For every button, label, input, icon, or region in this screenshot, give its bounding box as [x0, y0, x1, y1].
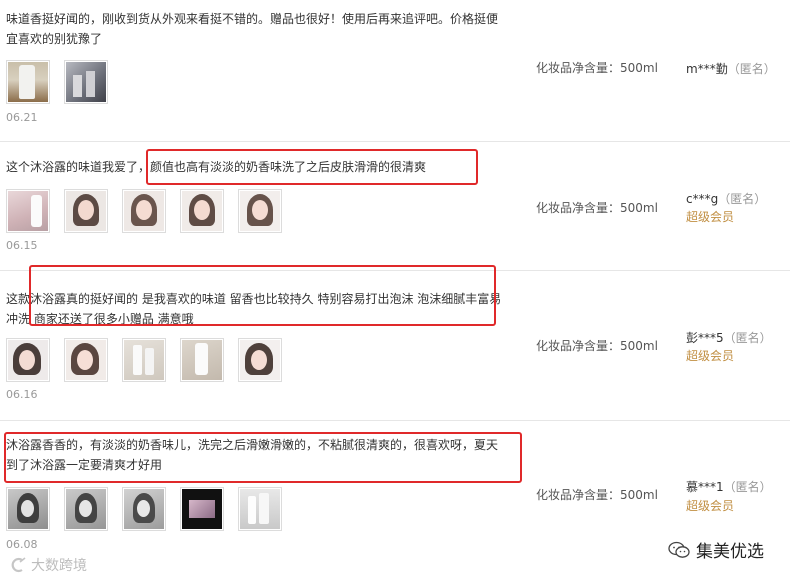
anonymous-tag: （匿名） [723, 331, 772, 345]
review-photo-thumbnail[interactable] [238, 338, 282, 382]
review-photo-thumbnail[interactable] [64, 189, 108, 233]
review-photo-thumbnail[interactable] [64, 338, 108, 382]
review-photo-thumbnail[interactable] [180, 487, 224, 531]
review-thumbnails [6, 338, 282, 382]
review-text: 味道香挺好闻的，刚收到货从外观来看挺不错的。赠品也很好！使用后再来追评吧。价格挺… [6, 12, 499, 46]
reviewer-name: c***g（匿名） [686, 190, 766, 207]
review-photo-thumbnail[interactable] [238, 487, 282, 531]
review-photo-thumbnail[interactable] [64, 487, 108, 531]
review-date: 06.16 [6, 388, 38, 401]
anonymous-tag: （匿名） [718, 192, 767, 206]
review-date: 06.08 [6, 538, 38, 551]
reviewer-name: 慕***1（匿名） [686, 478, 772, 495]
member-badge: 超级会员 [686, 499, 735, 513]
anonymous-tag: （匿名） [723, 480, 772, 494]
review-thumbnails [6, 189, 282, 233]
reviewer-username: m***勤 [686, 62, 728, 76]
review-photo-thumbnail[interactable] [6, 338, 50, 382]
highlight-box [4, 432, 522, 483]
highlight-box [29, 265, 496, 326]
member-badge: 超级会员 [686, 210, 735, 224]
review-photo-thumbnail[interactable] [122, 487, 166, 531]
product-spec: 化妆品净含量：500ml [536, 61, 658, 75]
review-date: 06.15 [6, 239, 38, 252]
review-photo-thumbnail[interactable] [122, 189, 166, 233]
product-spec: 化妆品净含量：500ml [536, 339, 658, 353]
watermark-text: 大数跨境 [31, 558, 87, 574]
watermark: 大数跨境 [10, 555, 87, 575]
review-photo-thumbnail[interactable] [122, 338, 166, 382]
highlight-box [146, 149, 478, 185]
reviewer-username: c***g [686, 192, 719, 206]
review-thumbnails [6, 487, 282, 531]
anonymous-tag: （匿名） [727, 62, 776, 76]
review-thumbnails [6, 60, 108, 104]
review-photo-thumbnail[interactable] [6, 60, 50, 104]
reviewer-name: 彭***5（匿名） [686, 329, 772, 346]
logo-mark [11, 557, 26, 573]
wechat-icon [668, 541, 690, 558]
review-photo-thumbnail[interactable] [6, 487, 50, 531]
brand-label: 集美优选 [668, 537, 764, 562]
review-item: 味道香挺好闻的，刚收到货从外观来看挺不错的。赠品也很好！使用后再来追评吧。价格挺… [0, 0, 790, 141]
review-photo-thumbnail[interactable] [180, 338, 224, 382]
brand-name: 集美优选 [696, 542, 764, 562]
reviewer-username: 彭***5 [686, 331, 724, 345]
review-date: 06.21 [6, 111, 38, 124]
product-spec: 化妆品净含量：500ml [536, 488, 658, 502]
review-photo-thumbnail[interactable] [238, 189, 282, 233]
review-photo-thumbnail[interactable] [180, 189, 224, 233]
reviewer-name: m***勤（匿名） [686, 60, 776, 77]
product-spec: 化妆品净含量：500ml [536, 201, 658, 215]
review-photo-thumbnail[interactable] [6, 189, 50, 233]
member-badge: 超级会员 [686, 349, 735, 363]
reviewer-username: 慕***1 [686, 480, 724, 494]
review-photo-thumbnail[interactable] [64, 60, 108, 104]
